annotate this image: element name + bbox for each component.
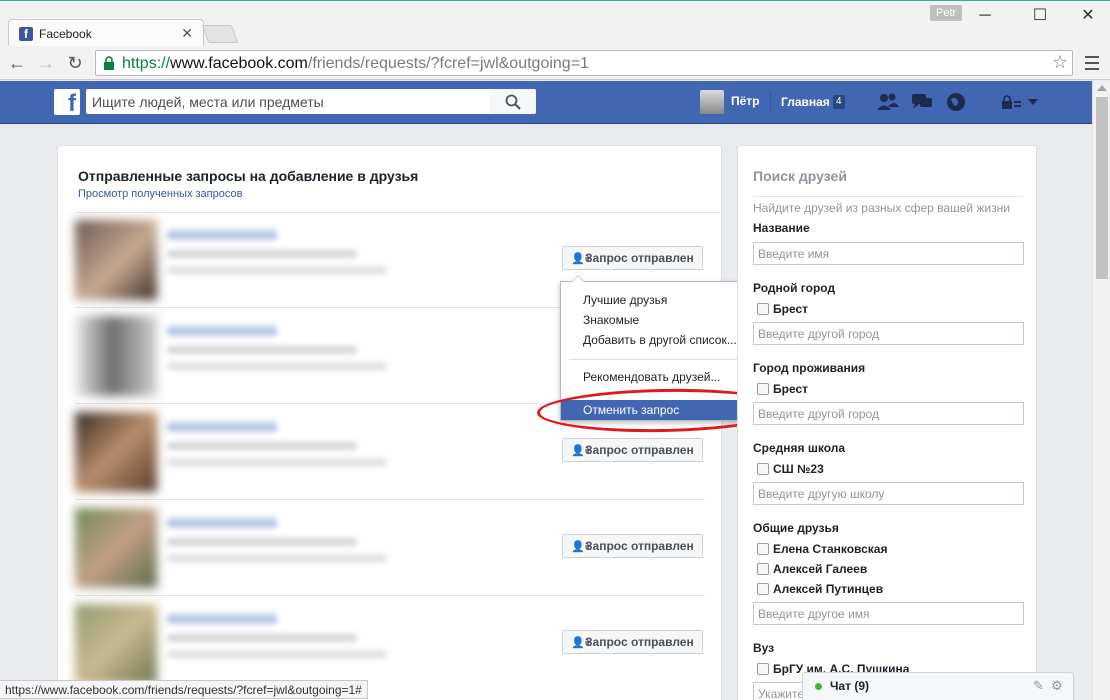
minimize-icon[interactable]: ─ — [965, 3, 1005, 29]
lock-icon — [104, 56, 114, 70]
new-tab-button[interactable] — [201, 25, 239, 43]
blurred-profile-photo[interactable] — [75, 316, 157, 396]
menu-item-close-friends[interactable]: Лучшие друзья — [561, 290, 752, 310]
sidebar-subtitle: Найдите друзей из разных сфер вашей жизн… — [753, 201, 1010, 215]
bookmark-star-icon[interactable]: ☆ — [1052, 52, 1068, 73]
profile-link[interactable]: Пётр — [731, 94, 760, 108]
hometown-label: Родной город — [753, 281, 836, 295]
school-checkbox[interactable]: СШ №23 — [757, 462, 824, 476]
chat-label[interactable]: Чат (9) — [830, 679, 869, 693]
browser-menu-icon[interactable] — [1082, 52, 1102, 74]
menu-item-add-to-list[interactable]: Добавить в другой список... — [561, 330, 752, 350]
friend-requests-icon[interactable] — [876, 91, 900, 113]
search-icon — [505, 94, 521, 110]
scroll-up-arrow-icon[interactable] — [1097, 85, 1107, 91]
avatar[interactable] — [700, 90, 724, 114]
mutual-friend-checkbox[interactable]: Алексей Путинцев — [757, 582, 883, 596]
forward-arrow-icon[interactable]: → — [35, 52, 57, 74]
add-friend-icon: 👤+ — [571, 637, 592, 649]
maximize-icon[interactable]: ☐ — [1020, 3, 1060, 29]
page-title: Отправленные запросы на добавление в дру… — [78, 168, 419, 184]
nav-divider — [770, 92, 771, 112]
chat-bar[interactable]: Чат (9) ✎ ⚙ — [802, 672, 1074, 700]
list-item: 👤+Запрос отправлен — [75, 596, 705, 692]
mutual-friend-input[interactable] — [753, 602, 1024, 625]
search-button[interactable] — [490, 89, 536, 114]
add-friend-icon: 👤+ — [571, 541, 592, 553]
page-scrollbar[interactable] — [1092, 81, 1110, 700]
messages-icon[interactable] — [910, 91, 934, 113]
sent-requests-card: Отправленные запросы на добавление в дру… — [57, 145, 722, 700]
tab-close-icon[interactable]: ✕ — [181, 25, 193, 42]
find-friends-card: Поиск друзей Найдите друзей из разных сф… — [737, 145, 1037, 700]
blurred-profile-photo[interactable] — [75, 604, 157, 684]
browser-status-bar: https://www.facebook.com/friends/request… — [0, 680, 368, 699]
home-count-badge: 4 — [833, 95, 845, 109]
browser-title-bar: f Facebook ✕ Petr ─ ☐ ✕ — [0, 0, 1110, 47]
menu-item-suggest-friends[interactable]: Рекомендовать друзей... — [561, 367, 752, 387]
url-text[interactable]: https://www.facebook.com/friends/request… — [122, 55, 589, 73]
current-city-checkbox[interactable]: Брест — [757, 382, 808, 396]
facebook-favicon-icon: f — [19, 27, 33, 41]
menu-item-acquaintances[interactable]: Знакомые — [561, 310, 752, 330]
browser-tab-facebook[interactable]: f Facebook ✕ — [8, 19, 204, 47]
tab-title: Facebook — [39, 27, 92, 41]
back-arrow-icon[interactable]: ← — [6, 52, 28, 74]
request-sent-button[interactable]: 👤+Запрос отправлен — [562, 438, 703, 462]
blurred-profile-photo[interactable] — [75, 220, 157, 300]
facebook-search-input[interactable] — [86, 89, 490, 114]
window-close-icon[interactable]: ✕ — [1068, 3, 1108, 29]
notifications-globe-icon[interactable] — [944, 91, 968, 113]
mutual-friends-label: Общие друзья — [753, 521, 839, 535]
browser-toolbar: ← → ↻ https://www.facebook.com/friends/r… — [0, 46, 1110, 80]
hometown-checkbox[interactable]: Брест — [757, 302, 808, 316]
blurred-profile-photo[interactable] — [75, 412, 157, 492]
request-sent-button[interactable]: 👤+Запрос отправлен — [562, 630, 703, 654]
home-link[interactable]: Главная — [781, 95, 830, 109]
view-received-requests-link[interactable]: Просмотр полученных запросов — [78, 188, 242, 200]
name-input[interactable] — [753, 242, 1024, 265]
request-sent-button[interactable]: 👤+Запрос отправлен — [562, 246, 703, 270]
facebook-logo-icon[interactable]: f — [54, 89, 80, 117]
request-options-menu: Лучшие друзья Знакомые Добавить в другой… — [560, 275, 753, 421]
current-city-label: Город проживания — [753, 361, 866, 375]
university-label: Вуз — [753, 641, 775, 655]
menu-divider — [569, 359, 747, 360]
menu-item-cancel-request[interactable]: Отменить запрос — [561, 400, 752, 420]
school-label: Средняя школа — [753, 441, 846, 455]
mutual-friend-checkbox[interactable]: Алексей Галеев — [757, 562, 867, 576]
browser-profile-badge[interactable]: Petr — [930, 5, 963, 21]
address-bar[interactable]: https://www.facebook.com/friends/request… — [95, 50, 1073, 76]
sidebar-divider — [753, 196, 1023, 197]
current-city-input[interactable] — [753, 402, 1024, 425]
school-input[interactable] — [753, 482, 1024, 505]
compose-icon[interactable]: ✎ — [1033, 678, 1044, 694]
name-label: Название — [753, 221, 810, 235]
list-item: 👤+Запрос отправлен — [75, 500, 705, 596]
gear-icon[interactable]: ⚙ — [1051, 678, 1063, 694]
online-status-icon — [815, 683, 822, 690]
add-friend-icon: 👤+ — [571, 253, 592, 265]
reload-icon[interactable]: ↻ — [64, 52, 86, 74]
blurred-profile-photo[interactable] — [75, 508, 157, 588]
sidebar-title: Поиск друзей — [753, 168, 847, 184]
request-sent-button[interactable]: 👤+Запрос отправлен — [562, 534, 703, 558]
scrollbar-thumb[interactable] — [1096, 97, 1108, 279]
mutual-friend-checkbox[interactable]: Елена Станковская — [757, 542, 887, 556]
privacy-lock-icon[interactable] — [1000, 94, 1040, 110]
add-friend-icon: 👤+ — [571, 445, 592, 457]
hometown-input[interactable] — [753, 322, 1024, 345]
